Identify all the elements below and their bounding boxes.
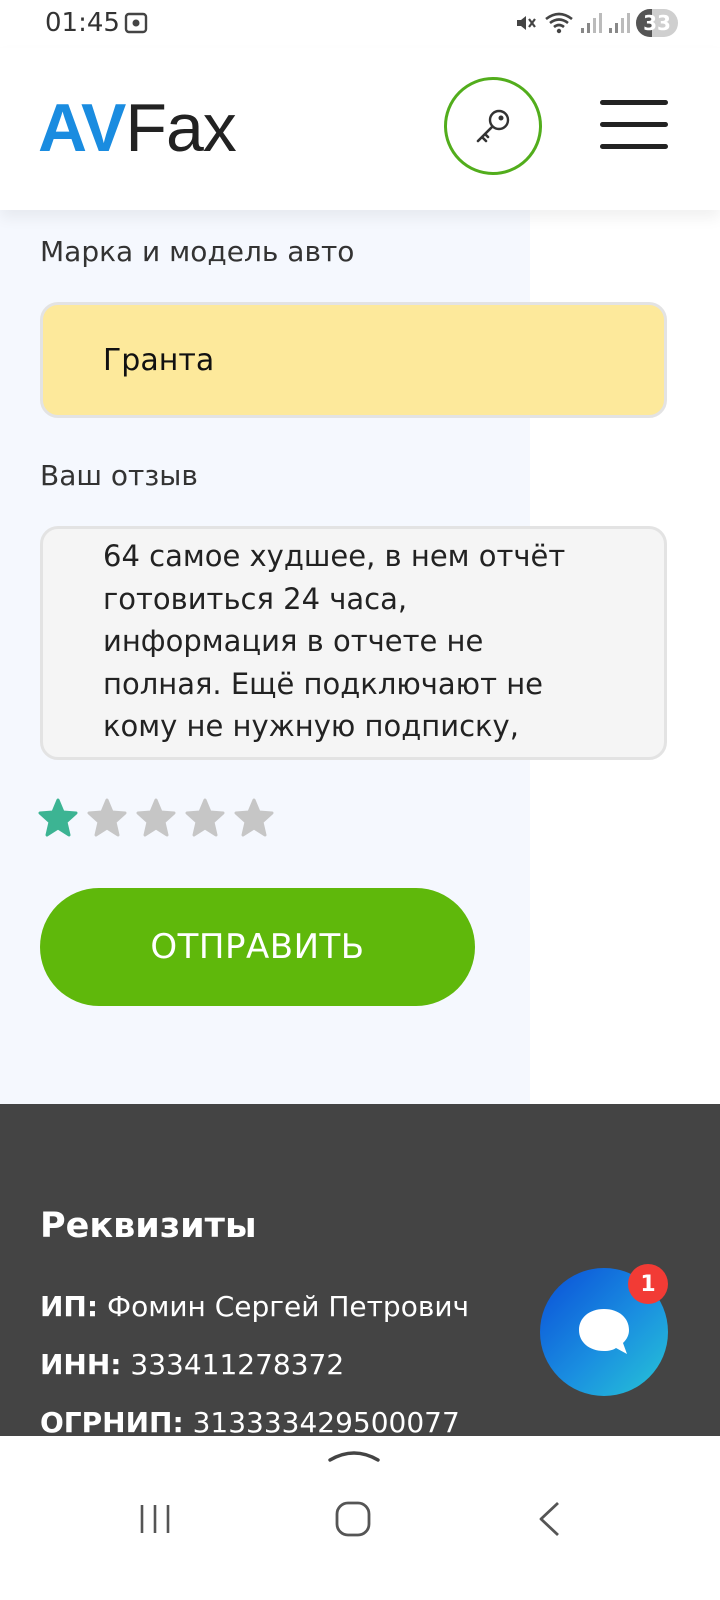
back-icon[interactable] [536, 1500, 562, 1538]
login-key-button[interactable] [444, 77, 542, 175]
signal-icon [581, 13, 602, 33]
car-model-value: Гранта [103, 342, 215, 378]
requisite-key: ИП: [40, 1290, 99, 1323]
status-bar: 01:45 33 [0, 0, 720, 48]
chevron-up-icon[interactable] [328, 1446, 380, 1462]
wifi-icon [545, 12, 573, 34]
battery-level: 33 [643, 11, 671, 35]
chat-bubble-icon [579, 1309, 629, 1354]
review-label: Ваш отзыв [40, 459, 198, 492]
chat-notification-badge: 1 [628, 1264, 668, 1304]
logo-accent: AV [38, 90, 126, 166]
requisite-key: ОГРНИП: [40, 1406, 184, 1439]
rating-stars[interactable] [38, 798, 274, 838]
site-logo[interactable]: AVFax [38, 90, 237, 166]
system-nav-bar [0, 1436, 720, 1600]
review-text: 64 самое худшее, в нем отчёт готовиться … [103, 539, 575, 757]
status-time: 01:45 [45, 8, 120, 38]
requisite-row-ip: ИП: Фомин Сергей Петрович [40, 1290, 469, 1323]
submit-button[interactable]: ОТПРАВИТЬ [40, 888, 475, 1006]
mute-icon [517, 16, 536, 30]
recent-apps-icon[interactable] [138, 1502, 172, 1536]
rating-star-icon[interactable] [87, 798, 127, 838]
rating-star-icon[interactable] [185, 798, 225, 838]
home-icon[interactable] [334, 1500, 372, 1538]
rating-star-icon[interactable] [38, 798, 78, 838]
requisite-value: Фомин Сергей Петрович [106, 1290, 470, 1323]
status-icons: 33 [514, 8, 678, 38]
logo-rest: Fax [125, 90, 236, 166]
requisite-row-inn: ИНН: 333411278372 [40, 1348, 344, 1381]
signal-icon [609, 13, 630, 33]
requisite-value: 313333429500077 [192, 1406, 460, 1439]
car-model-input[interactable]: Гранта [40, 302, 667, 418]
requisite-key: ИНН: [40, 1348, 122, 1381]
car-model-label: Марка и модель авто [40, 235, 355, 268]
key-icon [476, 109, 510, 143]
review-textarea[interactable]: 64 самое худшее, в нем отчёт готовиться … [40, 526, 667, 760]
footer-title: Реквизиты [40, 1206, 257, 1246]
photo-icon [124, 12, 148, 34]
site-header: AVFax [0, 48, 720, 210]
rating-star-icon[interactable] [136, 798, 176, 838]
rating-star-icon[interactable] [234, 798, 274, 838]
hamburger-menu-icon[interactable] [600, 100, 668, 150]
battery-icon: 33 [636, 9, 678, 37]
requisite-value: 333411278372 [130, 1348, 345, 1381]
requisite-row-ogrnip: ОГРНИП: 313333429500077 [40, 1406, 460, 1439]
